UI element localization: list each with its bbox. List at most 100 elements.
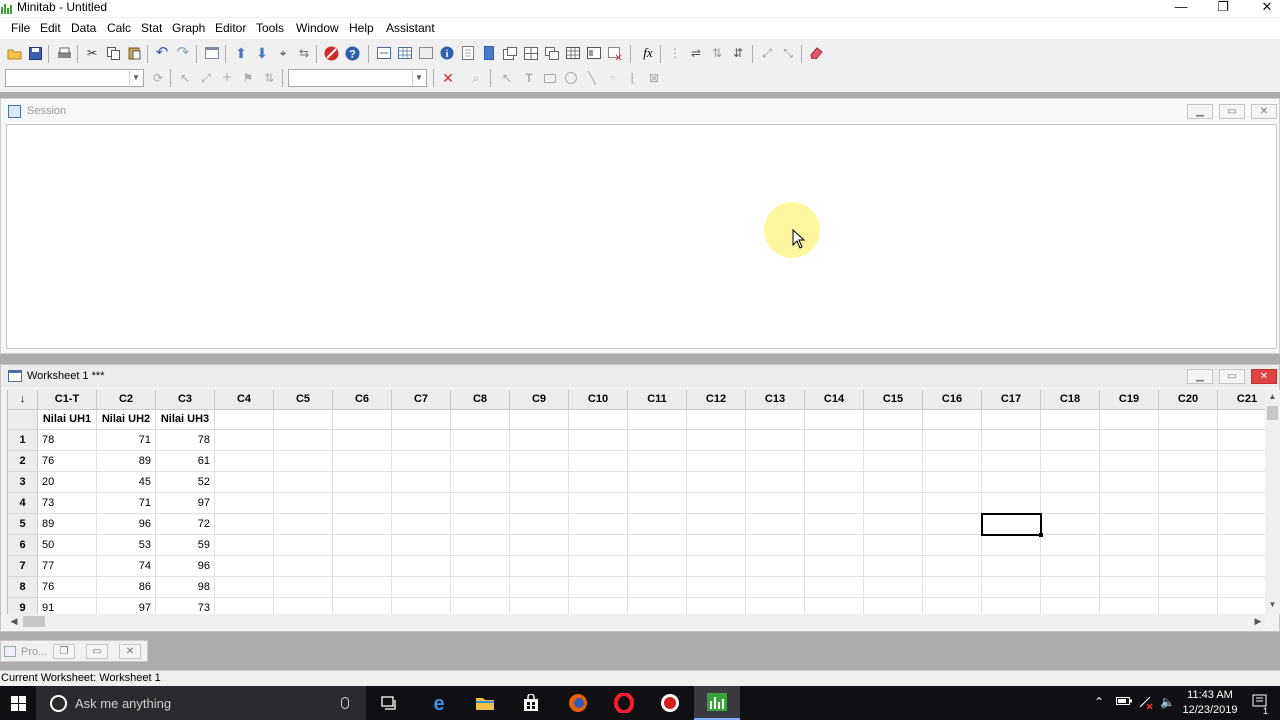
- column-header-c16[interactable]: C16: [923, 390, 982, 410]
- data-cell[interactable]: [687, 577, 746, 598]
- project-manager-minimized[interactable]: Pro... ❐ ▭ ✕: [0, 640, 148, 662]
- find-binoculars-icon[interactable]: ⌖: [275, 45, 291, 61]
- data-cell[interactable]: [392, 598, 451, 614]
- column-name-cell[interactable]: [687, 410, 746, 430]
- data-cell[interactable]: [274, 451, 333, 472]
- taskbar-opera[interactable]: [601, 686, 647, 720]
- data-cell[interactable]: [510, 577, 569, 598]
- data-cell[interactable]: [392, 535, 451, 556]
- graph-item-combo[interactable]: ▼: [5, 69, 144, 87]
- data-cell[interactable]: [510, 598, 569, 614]
- data-cell[interactable]: [1041, 556, 1100, 577]
- data-cell[interactable]: [451, 451, 510, 472]
- column-name-cell[interactable]: Nilai UH3: [156, 410, 215, 430]
- data-cell[interactable]: 96: [156, 556, 215, 577]
- menu-tools[interactable]: Tools: [256, 21, 284, 35]
- column-header-c8[interactable]: C8: [451, 390, 510, 410]
- data-cell[interactable]: [746, 556, 805, 577]
- data-cell[interactable]: [1218, 451, 1265, 472]
- column-header-c3[interactable]: C3: [156, 390, 215, 410]
- column-name-cell[interactable]: [1100, 410, 1159, 430]
- data-cell[interactable]: [1218, 577, 1265, 598]
- battery-icon[interactable]: [1116, 695, 1132, 709]
- data-cell[interactable]: 86: [97, 577, 156, 598]
- data-cell[interactable]: [1218, 430, 1265, 451]
- data-cell[interactable]: [1159, 598, 1218, 614]
- restore-button[interactable]: ❐: [1203, 0, 1243, 17]
- microphone-icon[interactable]: [341, 697, 349, 709]
- print-icon[interactable]: [56, 45, 72, 61]
- data-cell[interactable]: [215, 451, 274, 472]
- data-cell[interactable]: [982, 556, 1041, 577]
- replace-icon[interactable]: ⇆: [296, 45, 312, 61]
- column-header-c15[interactable]: C15: [864, 390, 923, 410]
- text-tool-icon[interactable]: T: [521, 70, 537, 86]
- data-cell[interactable]: [1159, 451, 1218, 472]
- crosshairs-icon[interactable]: ⤢: [759, 45, 775, 61]
- column-name-cell[interactable]: [1218, 410, 1265, 430]
- data-cell[interactable]: [392, 430, 451, 451]
- data-cell[interactable]: [569, 451, 628, 472]
- column-name-cell[interactable]: [451, 410, 510, 430]
- data-cell[interactable]: [1100, 430, 1159, 451]
- scroll-down-icon[interactable]: ▼: [1265, 598, 1280, 612]
- data-cell[interactable]: 97: [97, 598, 156, 614]
- related-documents-icon[interactable]: [502, 45, 518, 61]
- data-cell[interactable]: [746, 493, 805, 514]
- save-icon[interactable]: [27, 45, 43, 61]
- row-header[interactable]: 5: [8, 514, 38, 535]
- data-cell[interactable]: 89: [38, 514, 97, 535]
- taskbar-minitab[interactable]: [694, 686, 740, 720]
- data-cell[interactable]: [923, 472, 982, 493]
- menu-window[interactable]: Window: [296, 21, 339, 35]
- menu-calc[interactable]: Calc: [107, 21, 131, 35]
- data-cell[interactable]: [628, 556, 687, 577]
- data-cell[interactable]: 78: [156, 430, 215, 451]
- column-name-cell[interactable]: [923, 410, 982, 430]
- data-cell[interactable]: [687, 451, 746, 472]
- column-header-c6[interactable]: C6: [333, 390, 392, 410]
- data-cell[interactable]: [392, 514, 451, 535]
- column-header-c20[interactable]: C20: [1159, 390, 1218, 410]
- taskbar-store[interactable]: [508, 686, 554, 720]
- open-folder-icon[interactable]: [6, 45, 22, 61]
- vertical-scroll-thumb[interactable]: [1267, 406, 1278, 420]
- data-cell[interactable]: [746, 577, 805, 598]
- data-cell[interactable]: 76: [38, 451, 97, 472]
- data-cell[interactable]: [274, 577, 333, 598]
- ellipse-tool-icon[interactable]: [563, 70, 579, 86]
- data-cell[interactable]: [274, 556, 333, 577]
- paste-icon[interactable]: [126, 45, 142, 61]
- data-cell[interactable]: [1159, 514, 1218, 535]
- project-close-button[interactable]: ✕: [119, 644, 141, 659]
- worksheet-window-icon[interactable]: [397, 45, 413, 61]
- data-cell[interactable]: [1041, 451, 1100, 472]
- close-graphs-icon[interactable]: [607, 45, 623, 61]
- column-name-cell[interactable]: Nilai UH2: [97, 410, 156, 430]
- data-cell[interactable]: [392, 577, 451, 598]
- worksheet-maximize-button[interactable]: ▭: [1219, 369, 1245, 384]
- data-cell[interactable]: [1218, 472, 1265, 493]
- data-cell[interactable]: [1100, 451, 1159, 472]
- data-cell[interactable]: [569, 514, 628, 535]
- show-brushed-icon[interactable]: ⇅: [709, 45, 725, 61]
- data-cell[interactable]: 73: [156, 598, 215, 614]
- column-name-cell[interactable]: [215, 410, 274, 430]
- data-cell[interactable]: [510, 514, 569, 535]
- data-cell[interactable]: [982, 430, 1041, 451]
- data-cell[interactable]: 45: [97, 472, 156, 493]
- data-cell[interactable]: [215, 430, 274, 451]
- row-header[interactable]: 6: [8, 535, 38, 556]
- column-name-cell[interactable]: Nilai UH1: [38, 410, 97, 430]
- data-cell[interactable]: [982, 451, 1041, 472]
- close-button[interactable]: ✕: [1247, 0, 1280, 17]
- data-cell[interactable]: [451, 493, 510, 514]
- data-cell[interactable]: [1100, 577, 1159, 598]
- column-name-cell[interactable]: [628, 410, 687, 430]
- data-cell[interactable]: [687, 598, 746, 614]
- column-header-c5[interactable]: C5: [274, 390, 333, 410]
- data-cell[interactable]: [215, 577, 274, 598]
- data-cell[interactable]: [569, 430, 628, 451]
- data-cell[interactable]: 76: [38, 577, 97, 598]
- graph-windows-icon[interactable]: [418, 45, 434, 61]
